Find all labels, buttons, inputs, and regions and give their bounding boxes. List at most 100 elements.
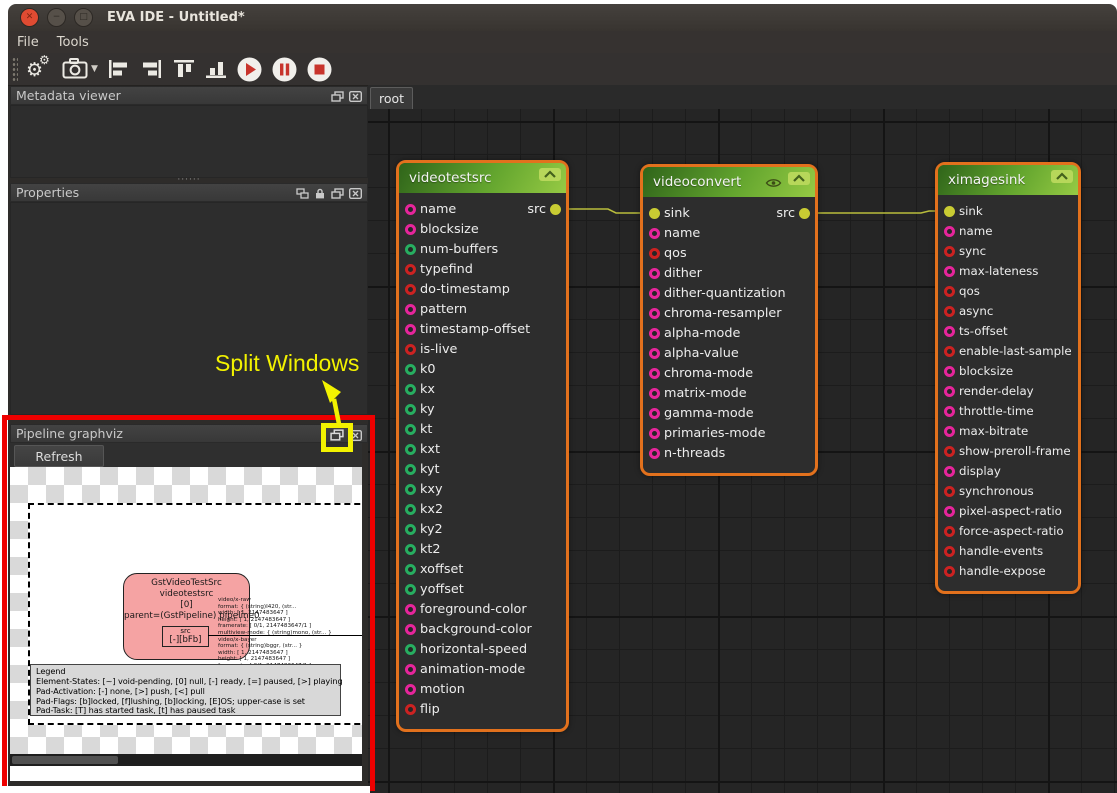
node-property-row[interactable]: qos	[643, 243, 815, 263]
node-property-row[interactable]: kx	[399, 379, 566, 399]
menu-tools[interactable]: Tools	[48, 33, 98, 52]
node-property-row[interactable]: blocksize	[399, 219, 566, 239]
port-dot[interactable]	[405, 644, 416, 655]
port-dot[interactable]	[944, 386, 955, 397]
node-property-row[interactable]: ky2	[399, 519, 566, 539]
stack-icon[interactable]	[296, 188, 309, 199]
node-property-row[interactable]: n-threads	[643, 443, 815, 463]
node-property-row[interactable]: xoffset	[399, 559, 566, 579]
node-property-row[interactable]: is-live	[399, 339, 566, 359]
align-bottom-button[interactable]	[204, 55, 228, 83]
port-dot[interactable]	[944, 326, 955, 337]
port-dot[interactable]	[405, 624, 416, 635]
port-dot[interactable]	[405, 584, 416, 595]
restore-icon[interactable]	[331, 188, 344, 199]
collapse-button[interactable]	[539, 168, 561, 181]
port-dot[interactable]	[944, 506, 955, 517]
node-property-row[interactable]: max-lateness	[938, 261, 1078, 281]
maximize-window-button[interactable]: □	[74, 8, 93, 27]
node-property-row[interactable]: k0	[399, 359, 566, 379]
port-dot[interactable]	[405, 204, 416, 215]
port-dot[interactable]	[405, 484, 416, 495]
node-property-row[interactable]: primaries-mode	[643, 423, 815, 443]
port-dot[interactable]	[944, 446, 955, 457]
node-property-row[interactable]: yoffset	[399, 579, 566, 599]
node-property-row[interactable]: show-preroll-frame	[938, 441, 1078, 461]
node-property-row[interactable]: foreground-color	[399, 599, 566, 619]
align-right-button[interactable]	[139, 55, 164, 83]
close-icon[interactable]	[349, 188, 362, 199]
port-dot[interactable]	[405, 504, 416, 515]
properties-panel-header[interactable]: Properties	[10, 183, 368, 202]
node-property-row[interactable]: horizontal-speed	[399, 639, 566, 659]
camera-dropdown-caret-icon[interactable]: ▼	[91, 64, 98, 74]
node-videotestsrc-header[interactable]: videotestsrc	[399, 163, 566, 193]
node-property-row[interactable]: throttle-time	[938, 401, 1078, 421]
port-dot[interactable]	[405, 284, 416, 295]
wire-videoconvert-to-ximagesink[interactable]	[798, 211, 949, 213]
port-dot[interactable]	[405, 384, 416, 395]
port-dot[interactable]	[944, 486, 955, 497]
port-dot[interactable]	[405, 424, 416, 435]
node-property-row[interactable]: gamma-mode	[643, 403, 815, 423]
node-property-row[interactable]: chroma-resampler	[643, 303, 815, 323]
port-dot[interactable]	[649, 348, 660, 359]
port-dot[interactable]	[944, 426, 955, 437]
node-property-row[interactable]: pixel-aspect-ratio	[938, 501, 1078, 521]
snapshot-button[interactable]: ▼	[62, 55, 98, 83]
port-dot[interactable]	[944, 266, 955, 277]
toolbar-grip-handle[interactable]	[12, 57, 18, 81]
lock-icon[interactable]	[314, 188, 326, 199]
node-property-row[interactable]: name src	[399, 199, 566, 219]
node-property-row[interactable]: flip	[399, 699, 566, 719]
port-dot[interactable]	[944, 566, 955, 577]
output-port[interactable]: src	[527, 199, 561, 219]
minimize-window-button[interactable]: −	[47, 8, 66, 27]
split-windows-restore-icon[interactable]	[330, 429, 344, 441]
pipeline-graphviz-panel-header[interactable]: Pipeline graphviz	[10, 424, 368, 443]
port-dot[interactable]	[405, 264, 416, 275]
node-property-row[interactable]: animation-mode	[399, 659, 566, 679]
port-dot[interactable]	[649, 448, 660, 459]
node-property-row[interactable]: typefind	[399, 259, 566, 279]
stop-button[interactable]	[306, 55, 333, 83]
port-dot[interactable]	[944, 246, 955, 257]
node-videoconvert-header[interactable]: videoconvert	[643, 167, 815, 197]
node-property-row[interactable]: kt2	[399, 539, 566, 559]
node-property-row[interactable]: dither	[643, 263, 815, 283]
metadata-viewer-panel-header[interactable]: Metadata viewer	[10, 86, 368, 105]
output-port[interactable]: src	[776, 203, 810, 223]
port-dot[interactable]	[405, 304, 416, 315]
node-ximagesink-header[interactable]: ximagesink	[938, 165, 1078, 195]
node-property-row[interactable]: handle-expose	[938, 561, 1078, 581]
port-dot[interactable]	[649, 208, 660, 219]
port-dot[interactable]	[944, 286, 955, 297]
port-dot[interactable]	[944, 206, 955, 217]
node-property-row[interactable]: matrix-mode	[643, 383, 815, 403]
node-property-row[interactable]: render-delay	[938, 381, 1078, 401]
node-property-row[interactable]: kxy	[399, 479, 566, 499]
port-dot[interactable]	[944, 546, 955, 557]
node-property-row[interactable]: ky	[399, 399, 566, 419]
port-dot[interactable]	[405, 364, 416, 375]
port-dot[interactable]	[944, 526, 955, 537]
node-videoconvert[interactable]: videoconvert si	[640, 164, 818, 476]
port-dot[interactable]	[649, 408, 660, 419]
node-property-row[interactable]: async	[938, 301, 1078, 321]
port-dot[interactable]	[649, 288, 660, 299]
port-dot[interactable]	[405, 664, 416, 675]
node-property-row[interactable]: name	[938, 221, 1078, 241]
node-property-row[interactable]: handle-events	[938, 541, 1078, 561]
graphviz-horizontal-scrollbar[interactable]	[10, 754, 362, 766]
port-dot[interactable]	[649, 228, 660, 239]
node-videotestsrc[interactable]: videotestsrc name src	[396, 160, 569, 732]
node-property-row[interactable]: display	[938, 461, 1078, 481]
settings-button[interactable]: ⚙⚙	[26, 55, 54, 83]
node-property-row[interactable]: dither-quantization	[643, 283, 815, 303]
port-dot[interactable]	[649, 428, 660, 439]
align-top-button[interactable]	[172, 55, 196, 83]
node-property-row[interactable]: motion	[399, 679, 566, 699]
port-dot[interactable]	[944, 406, 955, 417]
port-dot[interactable]	[405, 684, 416, 695]
collapse-button[interactable]	[788, 172, 810, 185]
